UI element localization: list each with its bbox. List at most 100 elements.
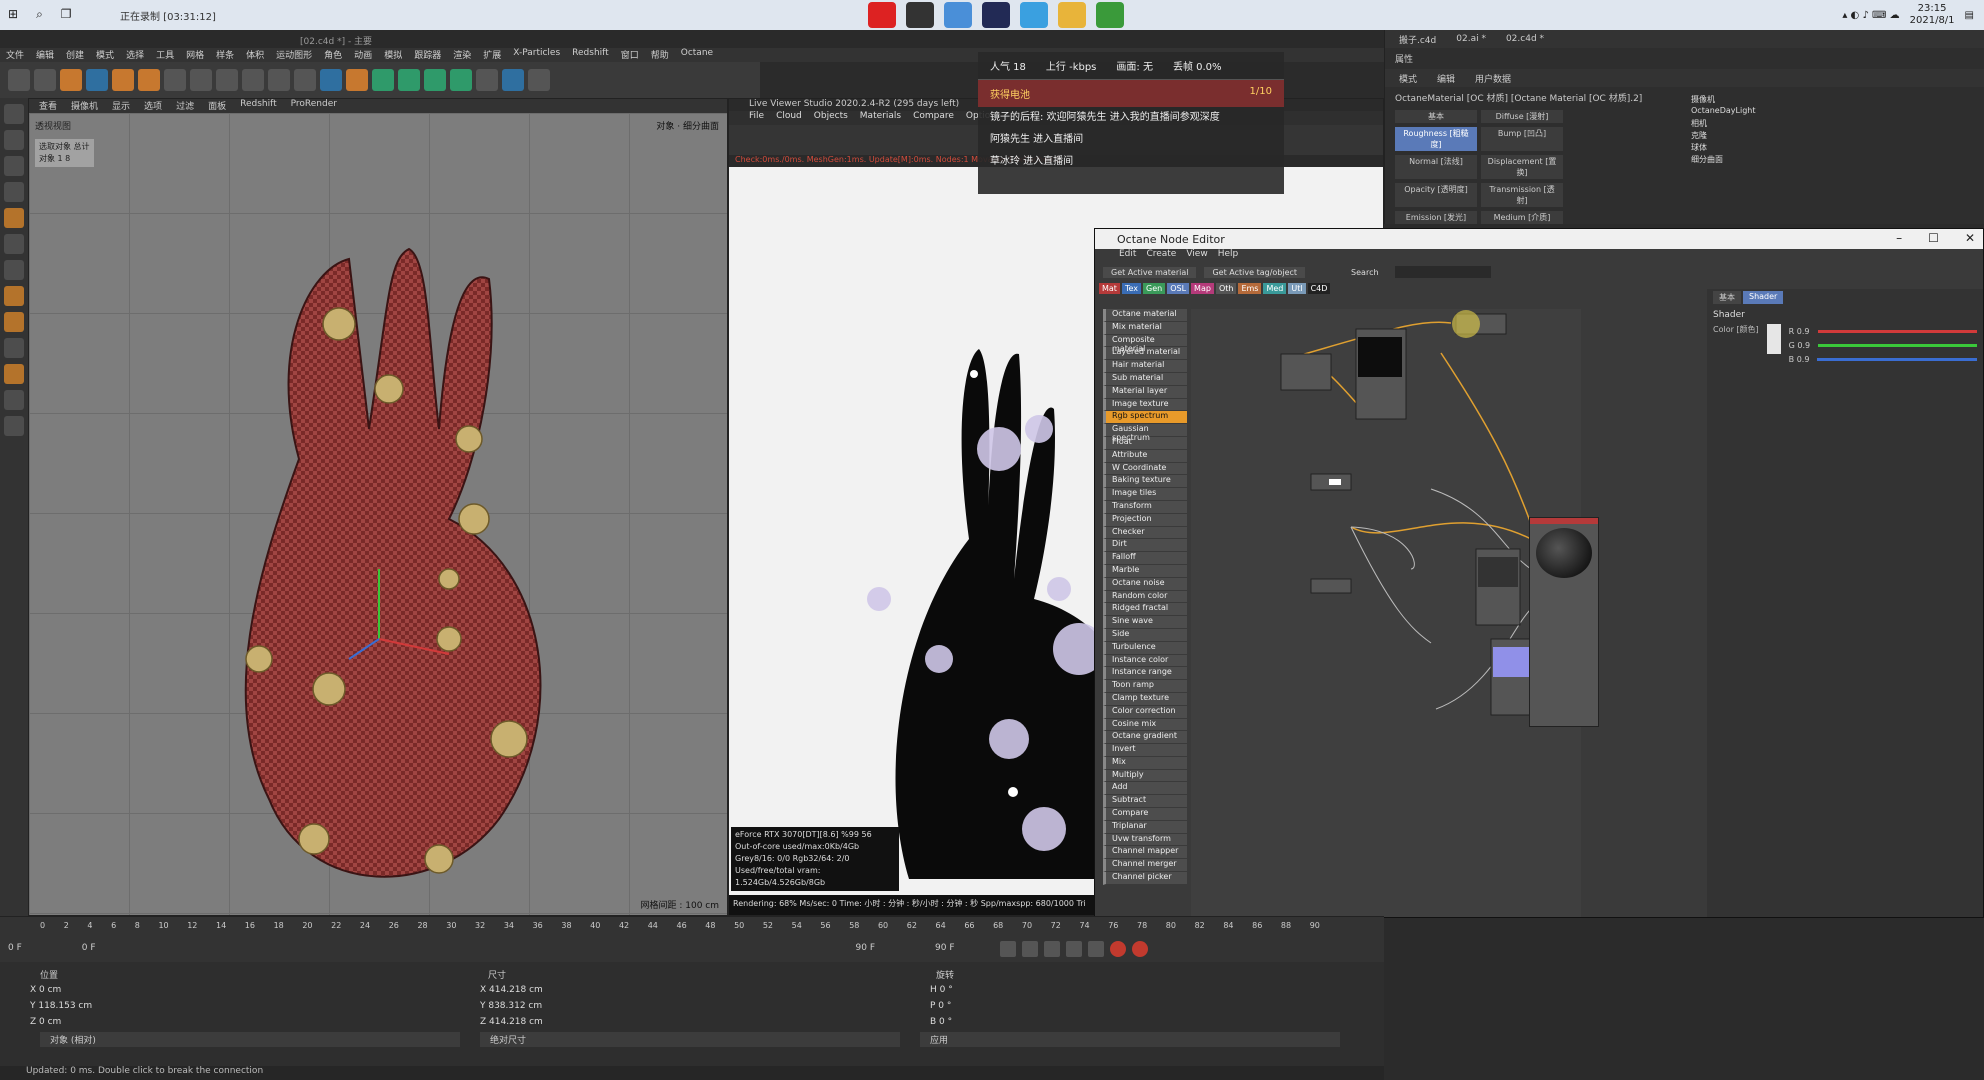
- material-tab[interactable]: Opacity [透明度]: [1395, 183, 1477, 207]
- category-tab[interactable]: Med: [1263, 283, 1287, 294]
- menu-item[interactable]: 扩展: [483, 48, 501, 62]
- windows-start-icon[interactable]: ⊞: [8, 7, 18, 22]
- script-s3-icon[interactable]: [4, 338, 24, 358]
- mode-tab[interactable]: 模式: [1399, 72, 1417, 85]
- viewer-menu-item[interactable]: Materials: [860, 111, 901, 125]
- render-region-icon[interactable]: [242, 69, 264, 91]
- image-texture-node-2[interactable]: [1475, 548, 1521, 626]
- menu-item[interactable]: 渲染: [453, 48, 471, 62]
- move-icon[interactable]: [86, 69, 108, 91]
- node-type-item[interactable]: Instance range: [1103, 667, 1187, 681]
- point-mode-icon[interactable]: [4, 156, 24, 176]
- object-item[interactable]: OctaneDayLight: [1677, 106, 1977, 118]
- node-type-item[interactable]: Side: [1103, 628, 1187, 642]
- userdata-tab[interactable]: 用户数据: [1475, 72, 1511, 85]
- menu-item[interactable]: 模式: [96, 48, 114, 62]
- polygon-mode-icon[interactable]: [4, 208, 24, 228]
- category-tab[interactable]: Utl: [1288, 283, 1306, 294]
- menu-item[interactable]: 工具: [156, 48, 174, 62]
- next-key-icon[interactable]: [1066, 941, 1082, 957]
- search-input[interactable]: [1394, 266, 1491, 278]
- menu-help[interactable]: Help: [1218, 249, 1239, 263]
- record-icon[interactable]: [1110, 941, 1126, 957]
- size-mode-select[interactable]: 绝对尺寸: [480, 1032, 900, 1047]
- node-type-item[interactable]: Mix: [1103, 756, 1187, 770]
- node-type-item[interactable]: Baking texture: [1103, 475, 1187, 489]
- transform-node[interactable]: [1310, 578, 1352, 594]
- material-tab[interactable]: Bump [凹凸]: [1481, 127, 1563, 151]
- object-item[interactable]: 相机: [1677, 118, 1977, 130]
- material-tab[interactable]: Emission [发光]: [1395, 211, 1477, 224]
- go-end-icon[interactable]: [1088, 941, 1104, 957]
- mix-texture-node[interactable]: [1452, 310, 1507, 338]
- cube-icon[interactable]: [320, 69, 342, 91]
- node-type-item[interactable]: Turbulence: [1103, 641, 1187, 655]
- perspective-viewport[interactable]: 查看 摄像机 显示 选项 过滤 面板 Redshift ProRender 透视视图 选取对象…: [28, 98, 728, 916]
- field-icon[interactable]: [450, 69, 472, 91]
- red-channel[interactable]: R 0.9: [1789, 324, 1977, 338]
- c4d-app-icon[interactable]: [982, 2, 1010, 28]
- light-icon[interactable]: [528, 69, 550, 91]
- color-swatch[interactable]: [1766, 324, 1781, 354]
- axis-mode-icon[interactable]: [4, 234, 24, 254]
- category-tab[interactable]: Ems: [1238, 283, 1262, 294]
- autokey-icon[interactable]: [1132, 941, 1148, 957]
- get-active-material-button[interactable]: Get Active material: [1103, 266, 1197, 278]
- node-type-item[interactable]: Ridged fractal: [1103, 603, 1187, 617]
- rgb-spectrum-node[interactable]: [1310, 473, 1352, 491]
- rotate-icon[interactable]: [138, 69, 160, 91]
- current-frame[interactable]: 0 F: [8, 943, 22, 953]
- minimize-icon[interactable]: –: [1896, 231, 1902, 245]
- material-tab[interactable]: Transmission [透射]: [1481, 183, 1563, 207]
- material-tab[interactable]: Normal [法线]: [1395, 155, 1477, 179]
- node-type-item[interactable]: Image tiles: [1103, 488, 1187, 501]
- menu-item[interactable]: 运动图形: [276, 48, 312, 62]
- category-tab[interactable]: C4D: [1307, 283, 1331, 294]
- node-type-item[interactable]: Channel picker: [1103, 872, 1187, 885]
- menu-item[interactable]: 选择: [126, 48, 144, 62]
- file-tab[interactable]: 搬子.c4d: [1399, 33, 1436, 46]
- menu-view[interactable]: View: [1186, 249, 1207, 263]
- material-tab[interactable]: Medium [介质]: [1481, 211, 1563, 224]
- folder-app-icon[interactable]: [1058, 2, 1086, 28]
- node-graph-canvas[interactable]: [1191, 309, 1581, 918]
- octane-material-node[interactable]: [1529, 517, 1599, 727]
- record-app-icon[interactable]: [868, 2, 896, 28]
- node-type-item[interactable]: Clamp texture: [1103, 692, 1187, 706]
- menu-item[interactable]: Redshift: [572, 48, 609, 62]
- material-tab[interactable]: 基本: [1395, 110, 1477, 123]
- tray-icons[interactable]: ▴ ◐ ♪ ⌨ ☁: [1842, 10, 1899, 21]
- node-type-item[interactable]: Color correction: [1103, 705, 1187, 719]
- node-type-item[interactable]: Compare: [1103, 808, 1187, 821]
- node-type-item[interactable]: Octane noise: [1103, 577, 1187, 591]
- menu-item[interactable]: 动画: [354, 48, 372, 62]
- pos-x[interactable]: X 0 cm: [30, 985, 480, 995]
- node-type-item[interactable]: Material layer: [1103, 385, 1187, 399]
- menu-item[interactable]: 样条: [216, 48, 234, 62]
- menu-item[interactable]: 创建: [66, 48, 84, 62]
- object-item[interactable]: 克隆: [1677, 130, 1977, 142]
- node-type-item[interactable]: Attribute: [1103, 449, 1187, 463]
- node-type-item[interactable]: Composite material: [1103, 334, 1187, 353]
- axis-z-icon[interactable]: [216, 69, 238, 91]
- category-tab[interactable]: Oth: [1215, 283, 1237, 294]
- octane-node-editor[interactable]: Octane Node Editor – ☐ ✕ Edit Create Vie…: [1094, 228, 1984, 918]
- end-frame[interactable]: 90 F: [856, 943, 876, 953]
- node-type-item[interactable]: Falloff: [1103, 552, 1187, 565]
- node-type-item[interactable]: Invert: [1103, 744, 1187, 757]
- node-type-item[interactable]: Checker: [1103, 526, 1187, 540]
- object-item[interactable]: 细分曲面: [1677, 154, 1977, 166]
- node-type-item[interactable]: Instance color: [1103, 654, 1187, 668]
- script-s-icon[interactable]: [4, 286, 24, 306]
- rot-h[interactable]: H 0 °: [930, 985, 1380, 995]
- size-y[interactable]: Y 838.312 cm: [480, 1001, 930, 1011]
- menu-item[interactable]: 文件: [6, 48, 24, 62]
- node-type-item[interactable]: Layered material: [1103, 347, 1187, 361]
- node-type-item[interactable]: Octane material: [1103, 309, 1187, 322]
- menu-item[interactable]: 跟踪器: [414, 48, 441, 62]
- image-texture-node[interactable]: [1355, 328, 1407, 420]
- timeline-ruler[interactable]: 0 2 4 6 8 10 12 14 16 18 20 22 24 26 28 30 32 34 36 38 40 42 4…: [40, 921, 1320, 937]
- file-tab[interactable]: 02.ai *: [1456, 34, 1486, 44]
- size-z[interactable]: Z 414.218 cm: [480, 1017, 930, 1027]
- menu-item[interactable]: 窗口: [621, 48, 639, 62]
